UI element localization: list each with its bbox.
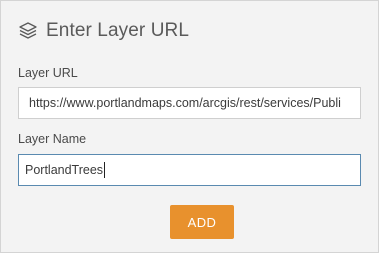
add-button[interactable]: ADD	[170, 205, 234, 239]
layers-icon	[18, 21, 38, 41]
layer-name-label: Layer Name	[18, 132, 87, 146]
text-caret	[104, 161, 106, 178]
layer-name-value: PortlandTrees	[25, 163, 104, 177]
layer-url-input[interactable]: https://www.portlandmaps.com/arcgis/rest…	[18, 87, 361, 119]
panel-title: Enter Layer URL	[46, 20, 190, 41]
add-layer-panel: Enter Layer URL Layer URL https://www.po…	[0, 0, 379, 253]
panel-header: Enter Layer URL	[18, 19, 189, 43]
layer-url-label: Layer URL	[18, 66, 78, 80]
layer-name-input[interactable]: PortlandTrees	[18, 154, 361, 186]
